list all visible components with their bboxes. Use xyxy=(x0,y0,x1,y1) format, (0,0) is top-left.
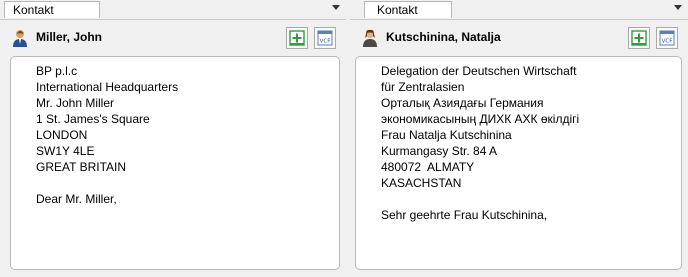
tab-strip: Kontakt xyxy=(350,0,688,20)
address-line: Dear Mr. Miller, xyxy=(36,192,117,206)
add-to-document-icon xyxy=(631,30,647,46)
tab-kontakt[interactable]: Kontakt xyxy=(4,1,100,18)
address-line: Sehr geehrte Frau Kutschinina, xyxy=(381,208,548,222)
export-vcf-button[interactable]: VCF xyxy=(314,27,336,49)
vcf-label: VCF xyxy=(662,39,673,45)
contact-header: Miller, John VCF xyxy=(10,26,340,50)
address-line xyxy=(36,175,178,191)
address-line: GREAT BRITAIN xyxy=(36,160,127,174)
address-line: 1 St. James's Square xyxy=(36,112,150,126)
person-icon xyxy=(13,30,27,47)
person-icon xyxy=(363,29,377,47)
address-line: Delegation der Deutschen Wirtschaft xyxy=(381,64,577,78)
address-line xyxy=(381,191,579,207)
address-text: BP p.l.c International Headquarters Mr. Jo… xyxy=(36,63,178,207)
chevron-down-icon[interactable] xyxy=(674,5,682,10)
address-textbox[interactable]: BP p.l.c International Headquarters Mr. Jo… xyxy=(10,56,340,270)
address-line: Kurmangasy Str. 84 A xyxy=(381,144,498,158)
address-line: Орталық Азиядағы Германия xyxy=(381,96,544,110)
contact-name: Miller, John xyxy=(36,30,103,44)
address-line: 480072 ALMATY xyxy=(381,160,475,174)
chevron-down-icon[interactable] xyxy=(332,5,340,10)
add-to-document-icon xyxy=(289,30,305,46)
address-line: Mr. John Miller xyxy=(36,96,115,110)
vcf-card-icon: VCF xyxy=(659,30,675,46)
tab-strip: Kontakt xyxy=(0,0,346,20)
address-line: экономикасының ДИХК АХК өкілдігі xyxy=(381,112,580,126)
add-to-document-button[interactable] xyxy=(628,27,650,49)
contact-name: Kutschinina, Natalja xyxy=(386,30,501,44)
address-line: KASACHSTAN xyxy=(381,176,462,190)
vcf-label: VCF xyxy=(320,39,331,45)
address-line: Frau Natalja Kutschinina xyxy=(381,128,512,142)
contact-header: Kutschinina, Natalja VCF xyxy=(360,26,682,50)
address-text: Delegation der Deutschen Wirtschaft für Z… xyxy=(381,63,579,223)
contact-panel-left: Kontakt Miller, John VCF BP p.l.c Intern… xyxy=(0,0,346,277)
export-vcf-button[interactable]: VCF xyxy=(656,27,678,49)
address-line: BP p.l.c xyxy=(36,64,78,78)
tab-kontakt[interactable]: Kontakt xyxy=(364,1,452,18)
address-line: SW1Y 4LE xyxy=(36,144,95,158)
contact-panel-right: Kontakt Kutschinina, Natalja VCF Delegat… xyxy=(350,0,688,277)
address-textbox[interactable]: Delegation der Deutschen Wirtschaft für Z… xyxy=(355,56,682,270)
vcf-card-icon: VCF xyxy=(317,30,333,46)
address-line: International Headquarters xyxy=(36,80,179,94)
address-line: LONDON xyxy=(36,128,88,142)
address-line: für Zentralasien xyxy=(381,80,465,94)
add-to-document-button[interactable] xyxy=(286,27,308,49)
